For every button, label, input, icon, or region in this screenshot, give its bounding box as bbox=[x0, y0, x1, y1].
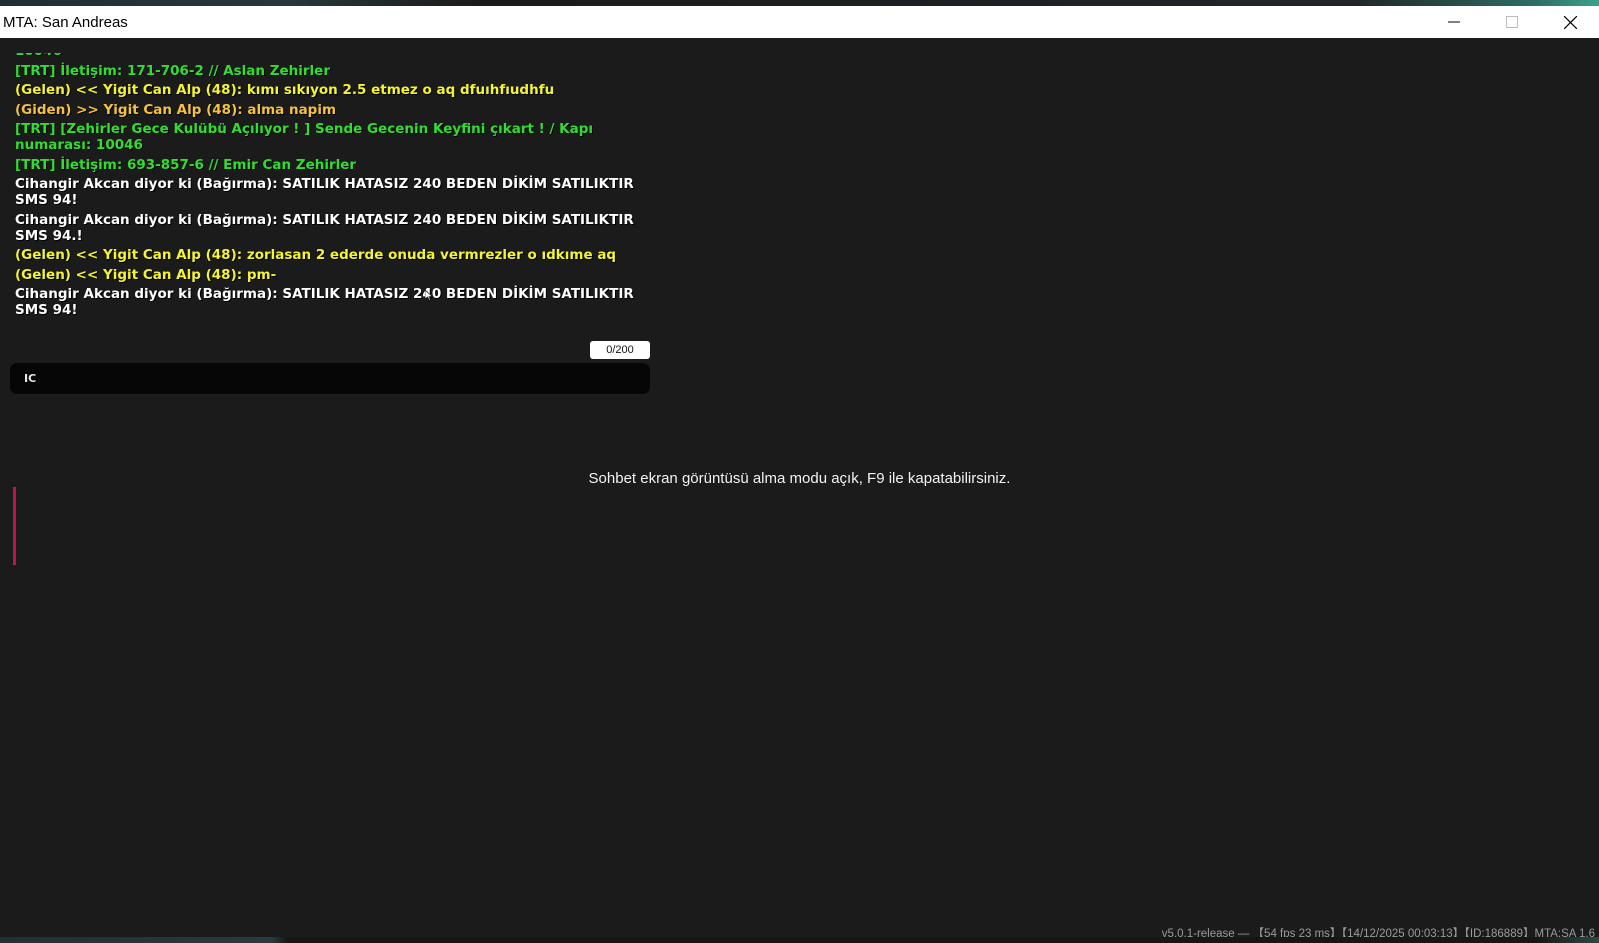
minimize-button[interactable] bbox=[1425, 6, 1483, 38]
game-viewport[interactable]: 10046 [TRT] İletişim: 171-706-2 // Aslan … bbox=[0, 38, 1599, 943]
chat-line: Cihangir Akcan diyor ki (Bağırma): SATIL… bbox=[15, 211, 634, 244]
chat-line: 10046 bbox=[15, 53, 640, 59]
minimize-icon bbox=[1448, 21, 1460, 23]
chat-line: Cihangir Akcan diyor ki (Bağırma): SATIL… bbox=[15, 176, 634, 208]
chat-character-counter: 0/200 bbox=[590, 341, 650, 359]
window-titlebar[interactable]: MTA: San Andreas bbox=[0, 6, 1599, 38]
screenshot-mode-notice: Sohbet ekran görüntüsü alma modu açık, F… bbox=[588, 470, 1011, 487]
chat-mode-label: IC bbox=[24, 372, 37, 385]
window-controls bbox=[1425, 6, 1599, 38]
chat-line: Cihangir Akcan diyor ki (Bağırma): SATIL… bbox=[15, 286, 634, 318]
close-button[interactable] bbox=[1541, 6, 1599, 38]
desktop-background-bottom bbox=[0, 937, 1599, 943]
close-icon bbox=[1563, 15, 1577, 29]
chat-log: 10046 [TRT] İletişim: 171-706-2 // Aslan … bbox=[15, 53, 640, 329]
chat-input[interactable] bbox=[64, 363, 650, 394]
chat-line: (Gelen) << Yigit Can Alp (48): kımı sıkı… bbox=[15, 82, 555, 98]
chat-line: (Gelen) << Yigit Can Alp (48): zorlasan … bbox=[15, 247, 617, 263]
chat-input-bar[interactable]: IC bbox=[10, 363, 650, 394]
chat-line: (Gelen) << Yigit Can Alp (48): pm- bbox=[15, 266, 277, 283]
maximize-icon bbox=[1506, 16, 1518, 28]
chat-line: (Giden) >> Yigit Can Alp (48): alma napi… bbox=[15, 101, 337, 118]
mouse-cursor-icon bbox=[425, 290, 433, 301]
side-indicator-bar bbox=[13, 487, 16, 565]
chat-line: [TRT] [Zehirler Gece Kulübü Açılıyor ! ]… bbox=[15, 121, 593, 153]
window-title: MTA: San Andreas bbox=[3, 13, 128, 31]
maximize-button[interactable] bbox=[1483, 6, 1541, 38]
chat-line: [TRT] İletişim: 693-857-6 // Emir Can Ze… bbox=[15, 156, 357, 173]
chat-line: [TRT] İletişim: 171-706-2 // Aslan Zehir… bbox=[15, 62, 330, 79]
